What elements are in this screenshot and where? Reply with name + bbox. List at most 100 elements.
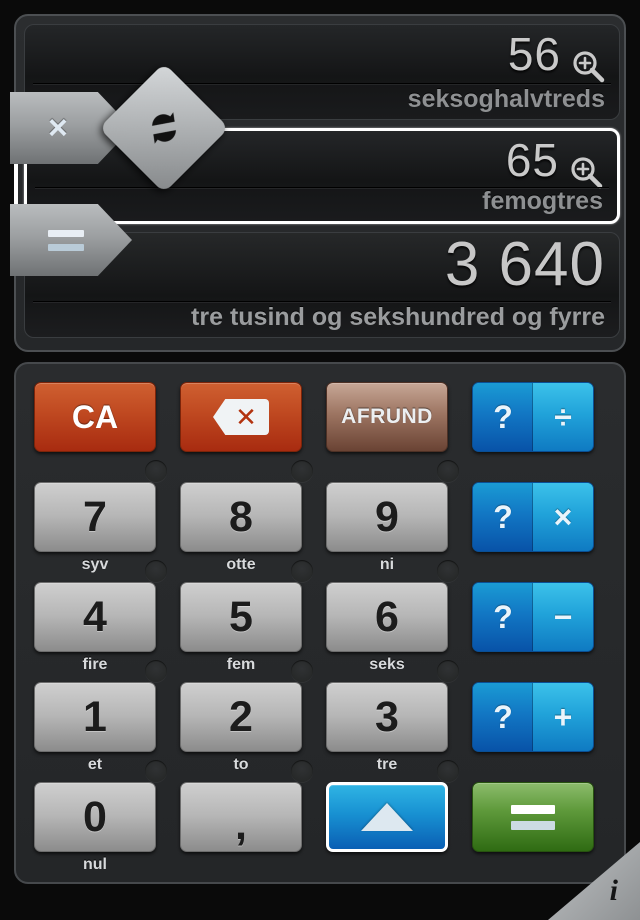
key-divide-operator[interactable]: ÷ — [533, 383, 593, 451]
operator-symbol: ÷ — [554, 399, 572, 435]
key-digit-6-label: 6 — [375, 592, 399, 641]
key-round[interactable]: AFRUND — [326, 382, 448, 452]
backspace-icon: ✕ — [213, 399, 269, 435]
keypad-cell: ? + — [472, 682, 594, 782]
equals-icon — [511, 804, 555, 830]
key-digit-0-label: 0 — [83, 792, 107, 841]
display-row-operand-1[interactable]: 56 seksoghalvtreds — [24, 24, 620, 120]
key-digit-7-label: 7 — [83, 492, 107, 541]
key-digit-6[interactable]: 6 — [326, 582, 448, 652]
keypad-cell: 1 et — [34, 682, 156, 782]
operand-1-words: seksoghalvtreds — [407, 85, 605, 113]
key-plus-hint[interactable]: ? — [473, 683, 533, 751]
key-digit-5[interactable]: 5 — [180, 582, 302, 652]
calculator-app: 56 seksoghalvtreds 65 femogtres 3 640 tr… — [0, 0, 640, 920]
operator-symbol: × — [553, 499, 573, 535]
keypad-cell: CA — [34, 382, 156, 482]
operand-1-value-group: 56 — [507, 27, 605, 83]
hint-question-icon: ? — [493, 599, 513, 635]
result-words: tre tusind og sekshundred og fyrre — [191, 303, 605, 331]
key-digit-8-label: 8 — [229, 492, 253, 541]
equals-icon — [48, 229, 84, 251]
key-digit-0[interactable]: 0 — [34, 782, 156, 852]
key-digit-1-label: 1 — [83, 692, 107, 741]
key-equals[interactable] — [472, 782, 594, 852]
key-minus-hint[interactable]: ? — [473, 583, 533, 651]
keypad-cell: 0 nul — [34, 782, 156, 882]
key-digit-0-word-label: nul — [83, 856, 107, 873]
key-digit-7-word-label: syv — [81, 556, 109, 573]
key-minus[interactable]: ? − — [472, 582, 594, 652]
key-minus-operator[interactable]: − — [533, 583, 593, 651]
key-digit-5-label: 5 — [229, 592, 253, 641]
keypad-cell: ? − — [472, 582, 594, 682]
keypad-cell: 7 syv — [34, 482, 156, 582]
hint-question-icon: ? — [493, 399, 513, 435]
key-plus-operator[interactable]: + — [533, 683, 593, 751]
hint-question-icon: ? — [493, 499, 513, 535]
backspace-x-glyph: ✕ — [235, 402, 257, 432]
key-divide-hint[interactable]: ? — [473, 383, 533, 451]
key-digit-1[interactable]: 1 — [34, 682, 156, 752]
keypad-grid: CA ✕ AFRUND? ÷ 7 syv 8 otte 9 ni? × 4 fire 5 fem 6 seks?… — [34, 382, 594, 882]
key-multiply-hint[interactable]: ? — [473, 483, 533, 551]
key-digit-6-word-label: seks — [369, 656, 405, 673]
result-value-group: 3 640 — [444, 232, 605, 300]
magnifier-plus-icon[interactable] — [571, 40, 605, 83]
key-multiply[interactable]: ? × — [472, 482, 594, 552]
keypad-cell — [472, 782, 594, 882]
key-plus[interactable]: ? + — [472, 682, 594, 752]
key-round-label: AFRUND — [341, 405, 433, 428]
key-decimal-comma-label: , — [235, 800, 247, 849]
key-multiply-operator[interactable]: × — [533, 483, 593, 551]
magnifier-plus-icon[interactable] — [569, 146, 603, 189]
key-backspace[interactable]: ✕ — [180, 382, 302, 452]
keypad-cell: 2 to — [180, 682, 302, 782]
operator-symbol: − — [553, 599, 573, 635]
keypad-panel: CA ✕ AFRUND? ÷ 7 syv 8 otte 9 ni? × 4 fire 5 fem 6 seks?… — [14, 362, 626, 884]
key-digit-3[interactable]: 3 — [326, 682, 448, 752]
keypad-cell: 4 fire — [34, 582, 156, 682]
key-digit-8[interactable]: 8 — [180, 482, 302, 552]
key-digit-3-word-label: tre — [376, 756, 398, 773]
key-clear-all[interactable]: CA — [34, 382, 156, 452]
keypad-cell: 9 ni — [326, 482, 448, 582]
keypad-cell: ? × — [472, 482, 594, 582]
key-digit-9-label: 9 — [375, 492, 399, 541]
key-digit-4[interactable]: 4 — [34, 582, 156, 652]
key-digit-2-word-label: to — [233, 756, 249, 773]
hint-question-icon: ? — [493, 699, 513, 735]
key-clear-all-label: CA — [71, 398, 119, 435]
row-divider — [33, 301, 611, 302]
keypad-cell: AFRUND — [326, 382, 448, 482]
operator-symbol: + — [553, 699, 573, 735]
row-divider — [33, 83, 611, 84]
keypad-cell: , — [180, 782, 302, 882]
keypad-cell: ? ÷ — [472, 382, 594, 482]
keypad-cell — [326, 782, 448, 882]
key-digit-4-label: 4 — [83, 592, 107, 641]
key-divide[interactable]: ? ÷ — [472, 382, 594, 452]
operand-2-value: 65 — [505, 134, 559, 186]
key-up-arrow[interactable] — [326, 782, 448, 852]
up-arrow-icon — [361, 803, 413, 831]
operator-tag-symbol: × — [48, 109, 68, 147]
key-digit-2[interactable]: 2 — [180, 682, 302, 752]
swap-refresh-icon — [145, 109, 183, 147]
keypad-cell: 6 seks — [326, 582, 448, 682]
keypad-cell: 5 fem — [180, 582, 302, 682]
operand-2-words: femogtres — [482, 187, 603, 215]
result-value: 3 640 — [444, 232, 605, 299]
keypad-cell: ✕ — [180, 382, 302, 482]
key-decimal-comma[interactable]: , — [180, 782, 302, 852]
operand-1-value: 56 — [507, 28, 561, 80]
key-digit-9-word-label: ni — [379, 556, 395, 573]
key-digit-5-word-label: fem — [226, 656, 256, 673]
key-digit-9[interactable]: 9 — [326, 482, 448, 552]
key-digit-7[interactable]: 7 — [34, 482, 156, 552]
operand-2-value-group: 65 — [505, 133, 603, 189]
keypad-cell: 8 otte — [180, 482, 302, 582]
display-panel: 56 seksoghalvtreds 65 femogtres 3 640 tr… — [14, 14, 626, 352]
key-digit-8-word-label: otte — [226, 556, 256, 573]
keypad-cell: 3 tre — [326, 682, 448, 782]
